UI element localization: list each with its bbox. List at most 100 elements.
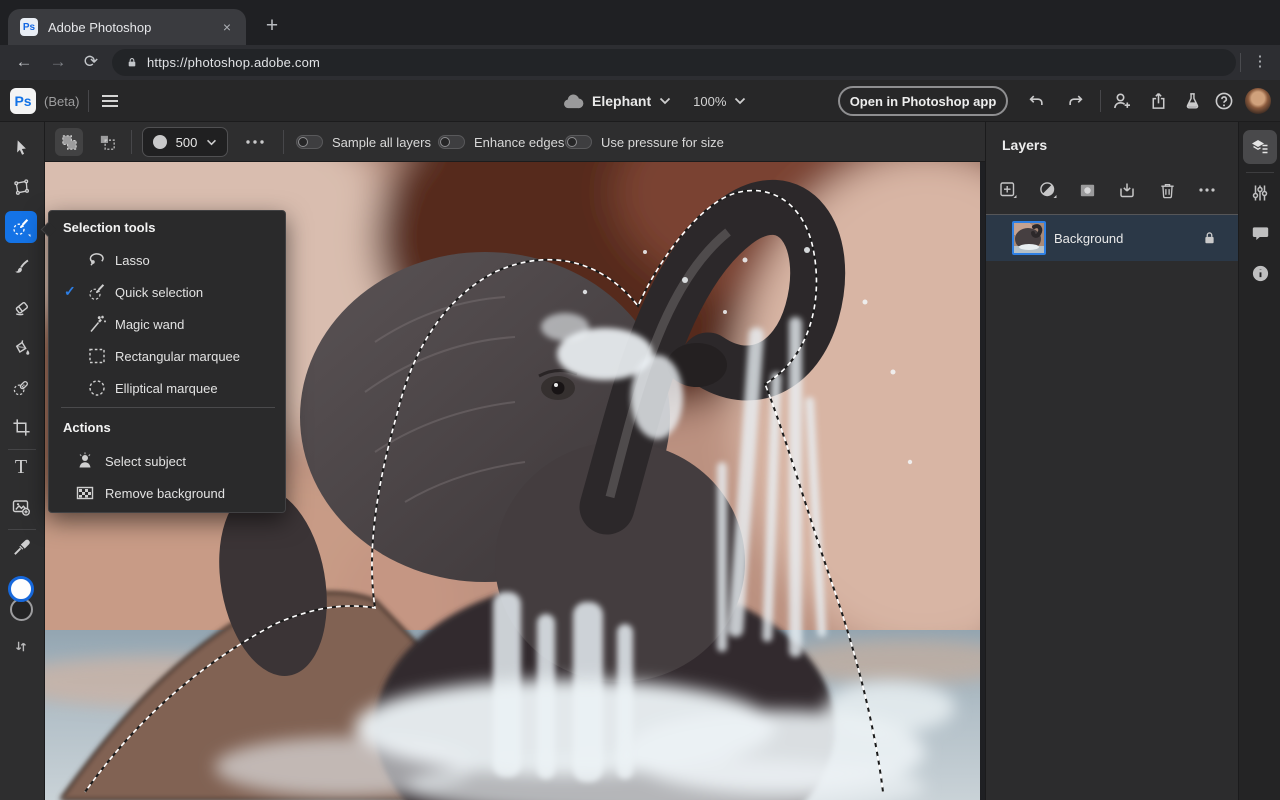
chevron-down-icon [659,97,671,105]
invite-user-icon[interactable] [1108,80,1136,122]
divider [61,407,275,408]
divider [1100,90,1101,112]
menu-item-lasso[interactable]: Lasso [49,244,285,276]
remove-background-icon [75,483,95,503]
ps-favicon: Ps [20,18,38,36]
tab-close-icon[interactable]: × [218,18,236,36]
sample-all-layers-toggle[interactable] [296,135,323,149]
quick-selection-tool[interactable] [5,211,37,243]
menu-item-rectangular-marquee[interactable]: Rectangular marquee [49,340,285,372]
menu-item-select-subject[interactable]: Select subject [49,445,285,477]
url-text: https://photoshop.adobe.com [147,55,321,70]
adjustment-layer-button[interactable] [1034,176,1062,204]
help-icon[interactable] [1210,80,1238,122]
layers-panel: Layers Background [985,122,1238,800]
document-switcher[interactable]: Elephant 100% [563,80,746,122]
use-pressure-toggle[interactable] [565,135,592,149]
brush-tool[interactable] [5,251,37,283]
transform-tool[interactable] [5,171,37,203]
browser-menu-icon[interactable]: ⋮ [1248,48,1272,76]
type-tool[interactable]: T [5,451,37,483]
user-avatar[interactable] [1245,88,1271,114]
divider [8,449,36,450]
actions-title: Actions [63,420,111,435]
layer-thumbnail[interactable] [1012,221,1046,255]
elliptical-marquee-icon [87,378,107,398]
tab-strip: Ps Adobe Photoshop × + [0,0,1280,45]
healing-brush-tool[interactable] [5,371,37,403]
layers-more-button[interactable] [1193,176,1221,204]
photoshop-logo: Ps [10,88,36,114]
add-to-selection-button[interactable] [55,128,83,156]
menu-item-quick-selection[interactable]: ✓ Quick selection [49,276,285,308]
use-pressure-label: Use pressure for size [601,134,724,150]
new-layer-button[interactable] [994,176,1022,204]
brush-size-dropdown[interactable]: 500 [142,127,228,157]
magic-wand-icon [87,314,107,334]
lock-icon [126,56,138,69]
menu-item-remove-background[interactable]: Remove background [49,477,285,509]
address-bar[interactable]: https://photoshop.adobe.com [112,49,1236,76]
divider [131,130,132,154]
enhance-edges-toggle[interactable] [438,135,465,149]
undo-button[interactable] [1022,80,1050,122]
swap-colors-icon[interactable] [5,630,37,662]
forward-button[interactable]: → [44,48,72,76]
delete-layer-button[interactable] [1153,176,1181,204]
panel-rail [1238,122,1280,800]
move-tool[interactable] [5,131,37,163]
fill-tool[interactable] [5,331,37,363]
browser-window: Ps Adobe Photoshop × + ← → ⟳ https://pho… [0,0,1280,800]
layers-panel-title: Layers [1002,137,1048,153]
main-menu-icon[interactable] [98,80,122,122]
foreground-color-swatch[interactable] [8,576,34,602]
quick-selection-icon [87,282,107,302]
divider [1240,53,1241,72]
chevron-down-icon [207,139,216,145]
divider [8,529,36,530]
menu-item-elliptical-marquee[interactable]: Elliptical marquee [49,372,285,404]
back-button[interactable]: ← [10,48,38,76]
menu-title: Selection tools [63,220,156,235]
select-subject-icon [75,451,95,471]
cloud-icon [563,94,584,109]
comments-panel-tab[interactable] [1243,216,1277,250]
check-icon: ✓ [64,283,76,299]
selection-tools-menu: Selection tools Lasso ✓ Quick selection … [40,210,286,513]
layers-panel-tab[interactable] [1243,130,1277,164]
open-in-photoshop-app-button[interactable]: Open in Photoshop app [838,86,1008,116]
more-options-button[interactable] [241,128,269,156]
enhance-edges-label: Enhance edges [474,134,565,150]
subtract-from-selection-button[interactable] [93,128,121,156]
divider [283,130,284,154]
reload-button[interactable]: ⟳ [77,48,105,76]
crop-tool[interactable] [5,411,37,443]
new-tab-button[interactable]: + [258,13,286,41]
divider [88,90,89,112]
layer-lock-icon[interactable] [1202,230,1218,246]
zoom-level: 100% [693,93,727,109]
brush-tip-icon [153,135,167,149]
share-icon[interactable] [1144,80,1172,122]
eyedropper-tool[interactable] [5,531,37,563]
sample-all-layers-label: Sample all layers [332,134,431,150]
chevron-down-icon[interactable] [734,97,746,105]
tab-title: Adobe Photoshop [48,19,152,35]
layer-row-background[interactable]: Background [986,215,1238,261]
group-layers-button[interactable] [1113,176,1141,204]
redo-button[interactable] [1062,80,1090,122]
beaker-icon[interactable] [1178,80,1206,122]
layer-name: Background [1054,230,1124,246]
brush-size-value: 500 [175,134,198,150]
properties-panel-tab[interactable] [1243,176,1277,210]
info-panel-tab[interactable] [1243,256,1277,290]
eraser-tool[interactable] [5,291,37,323]
layer-mask-button[interactable] [1073,176,1101,204]
lasso-icon [87,250,107,270]
divider [1246,172,1274,173]
place-image-tool[interactable] [5,491,37,523]
browser-tab[interactable]: Ps Adobe Photoshop × [8,9,246,45]
beta-label: (Beta) [44,93,80,109]
document-name: Elephant [592,93,652,109]
menu-item-magic-wand[interactable]: Magic wand [49,308,285,340]
